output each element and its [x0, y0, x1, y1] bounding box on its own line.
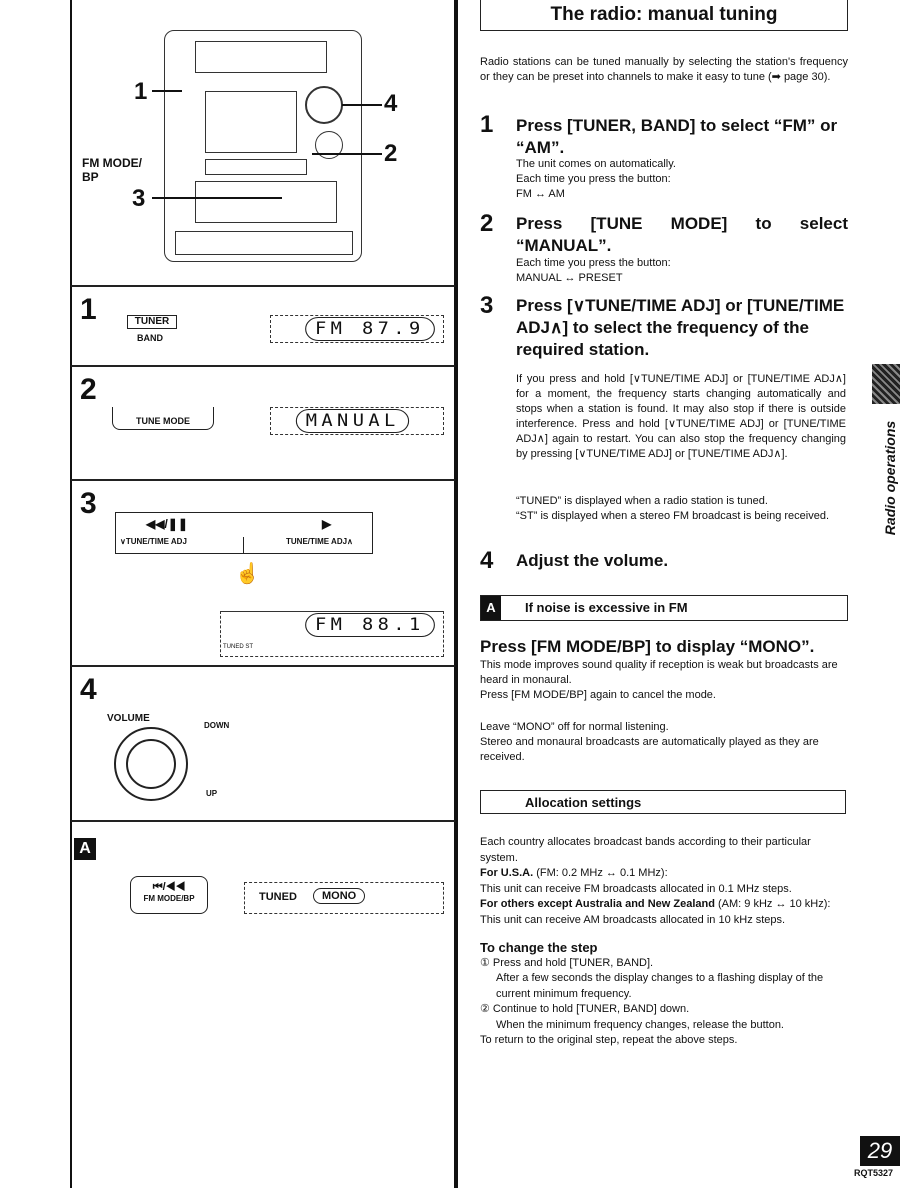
skip-back-icon: ⏮/◀◀ [152, 881, 186, 893]
panel-section-a: A ⏮/◀◀ FM MODE/BP TUNED MONO [70, 821, 456, 1188]
callout-3: 3 [132, 185, 146, 212]
down-label: DOWN [204, 721, 230, 730]
section-tab-marker [872, 364, 900, 404]
mono-note: Leave “MONO” off for normal listening. [480, 721, 669, 733]
st-note: “ST” is displayed when a stereo FM broad… [516, 510, 830, 522]
step-3-text: If you press and hold [∨TUNE/TIME ADJ] o… [516, 373, 846, 460]
tune-up-button[interactable]: TUNE/TIME ADJ∧ [286, 537, 353, 546]
tuned-indicator: TUNED [259, 891, 297, 903]
page-title: The radio: manual tuning [480, 0, 848, 31]
panel-step-3: 3 ◀◀/❚❚ ∨TUNE/TIME ADJ ▶ TUNE/TIME ADJ∧ … [70, 480, 456, 666]
hand-pointer-icon: ☝ [235, 563, 260, 585]
change-step-1-detail: After a few seconds the display changes … [496, 972, 824, 1000]
allocation-text: Each country allocates broadcast bands a… [480, 835, 848, 1049]
up-label: UP [206, 789, 218, 798]
mode-display: MANUAL [295, 409, 410, 433]
document-code: RQT5327 [854, 1168, 894, 1178]
fm-mode-bp-label: FM MODE/BP [143, 894, 195, 903]
bp-label: BP [82, 170, 99, 184]
tune-mode-button[interactable]: TUNE MODE [112, 407, 214, 430]
usa-label: For U.S.A. [480, 867, 534, 879]
panel-step-1: 1 TUNER BAND FM 87.9 [70, 286, 456, 366]
usa-values: (FM: 0.2 MHz ↔ 0.1 MHz): [533, 867, 668, 879]
tuned-st-indicator: TUNED ST [223, 644, 253, 650]
volume-knob-drawing [305, 86, 343, 124]
others-text: This unit can receive AM broadcasts allo… [480, 913, 786, 926]
tune-buttons: ◀◀/❚❚ ∨TUNE/TIME ADJ ▶ TUNE/TIME ADJ∧ [115, 512, 373, 554]
callout-2: 2 [384, 140, 398, 167]
callout-1: 1 [134, 78, 148, 105]
others-values: (AM: 9 kHz ↔ 10 kHz): [714, 898, 831, 910]
section-a-title: If noise is excessive in FM [525, 600, 688, 615]
mono-indicator: MONO [313, 888, 366, 904]
step-1-text: FM ↔ AM [516, 188, 565, 200]
callout-4: 4 [384, 90, 398, 117]
side-tab-label: Radio operations [882, 420, 898, 536]
frequency-display: FM 87.9 [305, 317, 435, 341]
change-step-2: ② Continue to hold [TUNER, BAND] down. [480, 1003, 690, 1015]
section-a-badge: A [74, 838, 96, 860]
step-4-number: 4 [480, 547, 494, 574]
change-step-2-detail: When the minimum frequency changes, rele… [496, 1018, 784, 1031]
others-label: For others except Australia and New Zeal… [480, 898, 715, 910]
tuner-button[interactable]: TUNER [127, 315, 177, 329]
display-tuned-mono: TUNED MONO [244, 882, 444, 914]
section-a-badge: A [481, 596, 501, 620]
mono-text: This mode improves sound quality if rece… [480, 659, 838, 686]
frequency-display: FM 88.1 [305, 613, 435, 637]
panel-step-4: 4 VOLUME DOWN UP [70, 666, 456, 821]
step-2-heading: Press [TUNE MODE] to select “MANUAL”. [516, 214, 848, 255]
display-manual: MANUAL [270, 407, 444, 435]
display-fm-881: FM 88.1 TUNED ST [220, 611, 444, 657]
column-divider [456, 0, 458, 1188]
panel-number: 2 [80, 373, 97, 406]
tune-up-icon[interactable]: ▶ [322, 517, 331, 531]
stereo-unit-drawing [164, 30, 362, 262]
step-1-heading: Press [TUNER, BAND] to select “FM” or “A… [516, 116, 838, 157]
tune-down-button[interactable]: ∨TUNE/TIME ADJ [120, 537, 187, 546]
mono-note-2: Stereo and monaural broadcasts are autom… [480, 736, 819, 763]
step-3-heading: Press [∨TUNE/TIME ADJ] or [TUNE/TIME ADJ… [516, 296, 845, 359]
volume-knob[interactable] [114, 727, 188, 801]
mono-heading: Press [FM MODE/BP] to display “MONO”. [480, 637, 815, 656]
mono-cancel-text: Press [FM MODE/BP] again to cancel the m… [480, 689, 716, 701]
step-4-heading: Adjust the volume. [516, 551, 669, 570]
change-step-1: ① Press and hold [TUNER, BAND]. [480, 956, 654, 969]
allocation-header: Allocation settings [480, 790, 846, 814]
band-label: BAND [137, 333, 163, 343]
panel-step-2: 2 TUNE MODE MANUAL [70, 366, 456, 480]
step-2-text: MANUAL ↔ PRESET [516, 272, 623, 284]
panel-number: 3 [80, 487, 97, 520]
change-step-heading: To change the step [480, 940, 598, 955]
allocation-intro: Each country allocates broadcast bands a… [480, 836, 811, 864]
panel-number: 1 [80, 293, 97, 326]
step-2-text: Each time you press the button: [516, 257, 671, 269]
fm-mode-bp-button[interactable]: ⏮/◀◀ FM MODE/BP [130, 876, 208, 914]
display-fm-879: FM 87.9 [270, 315, 444, 343]
tune-down-icon[interactable]: ◀◀/❚❚ [146, 517, 188, 531]
step-1-text: Each time you press the button: [516, 173, 671, 185]
fm-mode-label: FM MODE/ [82, 156, 142, 170]
manual-page: 1 4 2 FM MODE/ BP 3 1 TUNER BAND FM 87.9… [0, 0, 918, 1188]
step-1-text: The unit comes on automatically. [516, 158, 676, 170]
step-3-number: 3 [480, 292, 494, 319]
intro-text: Radio stations can be tuned manually by … [480, 56, 848, 83]
page-number: 29 [860, 1136, 900, 1166]
section-a-header: A If noise is excessive in FM [480, 595, 848, 621]
panel-number: 4 [80, 673, 97, 706]
step-1-number: 1 [480, 111, 494, 138]
tuned-note: “TUNED” is displayed when a radio statio… [516, 495, 768, 507]
step-2-number: 2 [480, 210, 494, 237]
device-illustration-panel: 1 4 2 FM MODE/ BP 3 [70, 0, 456, 286]
usa-text: This unit can receive FM broadcasts allo… [480, 882, 792, 895]
return-step-text: To return to the original step, repeat t… [480, 1034, 738, 1046]
volume-label: VOLUME [107, 713, 150, 724]
